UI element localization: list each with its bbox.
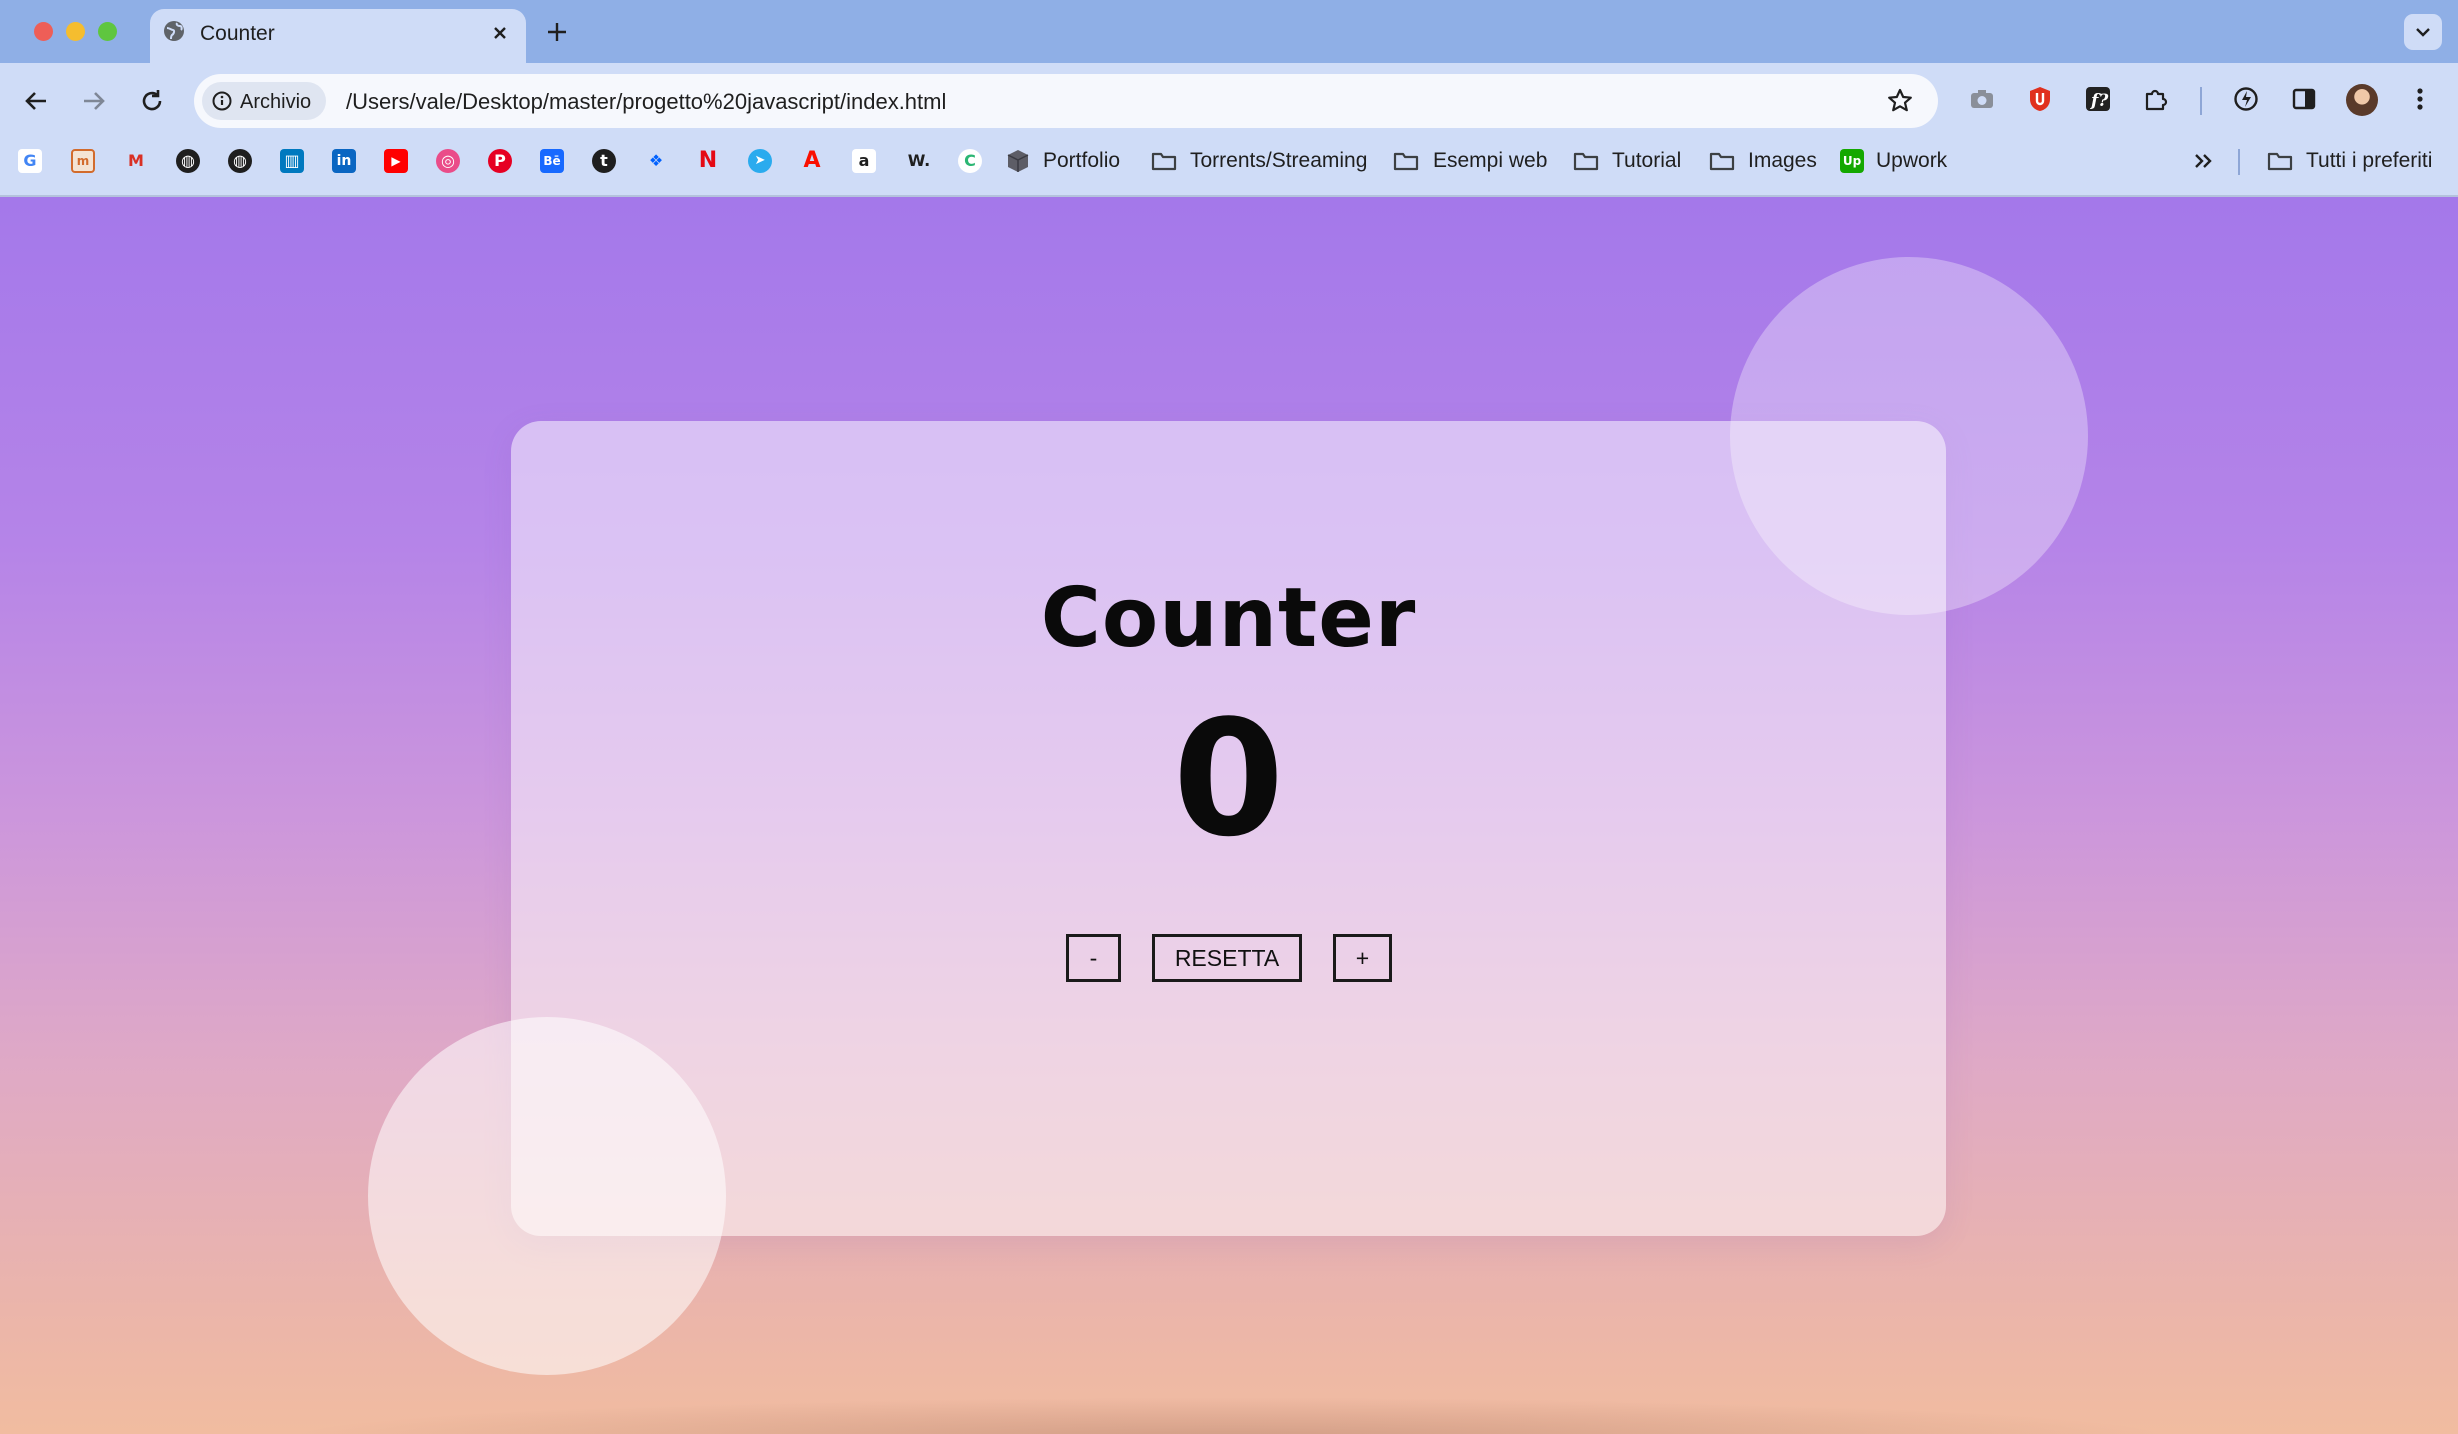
- telegram-icon[interactable]: ➤: [748, 149, 772, 173]
- folder-icon: [2266, 147, 2294, 180]
- site-info-label: Archivio: [240, 91, 312, 113]
- gmail-icon[interactable]: M: [124, 149, 148, 173]
- bookmark-folder-tutorial[interactable]: Tutorial: [1612, 149, 1681, 173]
- google-icon[interactable]: G: [18, 149, 42, 173]
- tab-strip: Counter: [0, 0, 2458, 63]
- minimize-window-button[interactable]: [66, 22, 85, 41]
- background-shadow: [280, 1397, 2180, 1434]
- folder-icon: [1150, 147, 1178, 180]
- toolbar-separator: [2200, 87, 2202, 115]
- address-bar[interactable]: Archivio /Users/vale/Desktop/master/prog…: [194, 74, 1938, 128]
- bookmark-star-icon[interactable]: [1886, 87, 1914, 120]
- forward-arrow-icon[interactable]: [80, 87, 108, 120]
- dribbble-icon[interactable]: ◎: [436, 149, 460, 173]
- decorative-circle-bottom-left: [368, 1017, 726, 1375]
- reload-icon[interactable]: [138, 87, 166, 120]
- info-icon: [212, 91, 232, 111]
- bookmarks-overflow-icon[interactable]: [2190, 147, 2218, 180]
- tab-title: Counter: [200, 22, 275, 45]
- bookmark-folder-torrents[interactable]: Torrents/Streaming: [1190, 149, 1367, 173]
- folder-icon: [1708, 147, 1736, 180]
- back-arrow-icon[interactable]: [22, 87, 50, 120]
- profile-avatar[interactable]: [2346, 84, 2378, 116]
- page-title: Counter: [1040, 571, 1417, 666]
- trello-icon[interactable]: ▥: [280, 149, 304, 173]
- extensions-puzzle-icon[interactable]: [2142, 85, 2170, 118]
- counter-card: Counter 0 - RESETTA +: [511, 421, 1946, 1236]
- counter-value: 0: [1172, 685, 1285, 872]
- folder-icon: [1392, 147, 1420, 180]
- upwork-icon: Up: [1840, 149, 1864, 173]
- new-tab-button[interactable]: [544, 19, 570, 50]
- amazon-icon[interactable]: a: [852, 149, 876, 173]
- youtube-icon[interactable]: ▶: [384, 149, 408, 173]
- close-window-button[interactable]: [34, 22, 53, 41]
- bookmark-folder-images[interactable]: Images: [1748, 149, 1817, 173]
- globe-icon[interactable]: ◍: [228, 149, 252, 173]
- svg-text:f?: f?: [2090, 91, 2109, 111]
- increment-button[interactable]: +: [1333, 934, 1392, 982]
- netflix-icon[interactable]: N: [696, 149, 720, 173]
- bookmark-upwork[interactable]: Upwork: [1876, 149, 1947, 173]
- maximize-window-button[interactable]: [98, 22, 117, 41]
- tumblr-icon[interactable]: t: [592, 149, 616, 173]
- side-panel-icon[interactable]: [2290, 85, 2318, 118]
- decorative-circle-top-right: [1730, 257, 2088, 615]
- bookmarks-bar: G m M ◍ ◍ ▥ in ▶ ◎ P Bē t ❖ N ➤ A a W. C…: [0, 139, 2458, 197]
- globe-icon: [162, 19, 186, 48]
- behance-icon[interactable]: Bē: [540, 149, 564, 173]
- chevron-down-icon: [2416, 28, 2430, 37]
- more-menu-icon[interactable]: [2410, 85, 2430, 118]
- performance-icon[interactable]: [2232, 85, 2260, 118]
- site-info-chip[interactable]: Archivio: [202, 82, 326, 120]
- ublock-icon[interactable]: [2026, 85, 2054, 118]
- url-text[interactable]: /Users/vale/Desktop/master/progetto%20ja…: [346, 89, 946, 115]
- markup-icon[interactable]: m: [71, 149, 95, 173]
- tab-search-button[interactable]: [2404, 14, 2442, 50]
- chromatic-icon[interactable]: C: [958, 149, 982, 173]
- pinterest-icon[interactable]: P: [488, 149, 512, 173]
- reset-button[interactable]: RESETTA: [1152, 934, 1302, 982]
- linkedin-icon[interactable]: in: [332, 149, 356, 173]
- close-icon[interactable]: [486, 19, 514, 52]
- browser-tab[interactable]: Counter: [150, 9, 526, 63]
- adobe-icon[interactable]: A: [800, 149, 824, 173]
- bookmarks-separator: [2238, 149, 2240, 175]
- bookmark-folder-esempi-web[interactable]: Esempi web: [1433, 149, 1547, 173]
- folder-icon: [1572, 147, 1600, 180]
- browser-toolbar: Archivio /Users/vale/Desktop/master/prog…: [0, 63, 2458, 139]
- bookmark-portfolio[interactable]: Portfolio: [1043, 149, 1120, 173]
- camera-icon[interactable]: [1968, 85, 1996, 118]
- wordreference-icon[interactable]: W.: [904, 149, 934, 173]
- dropbox-icon[interactable]: ❖: [644, 149, 668, 173]
- whatfont-icon[interactable]: f?: [2084, 85, 2112, 118]
- cube-icon: [1004, 147, 1032, 180]
- all-bookmarks[interactable]: Tutti i preferiti: [2306, 149, 2432, 173]
- globe-icon[interactable]: ◍: [176, 149, 200, 173]
- page-viewport: Counter 0 - RESETTA +: [0, 197, 2458, 1434]
- decrement-button[interactable]: -: [1066, 934, 1121, 982]
